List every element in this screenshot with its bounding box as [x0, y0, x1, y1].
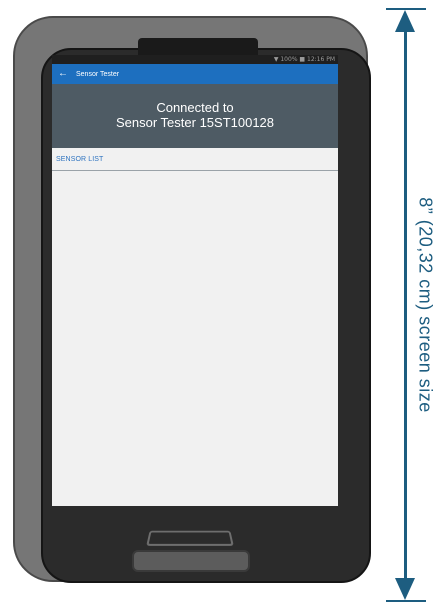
- header-line-2: Sensor Tester 15ST100128: [115, 115, 275, 130]
- app-title: Sensor Tester: [76, 70, 120, 78]
- sensor-list: [52, 171, 338, 501]
- app-bar: ← Sensor Tester: [52, 64, 338, 84]
- device-illustration: ▼ 100% ■ 12:16 PM ← Sensor Tester Connec…: [0, 0, 446, 608]
- tablet-screen: ▼ 100% ■ 12:16 PM ← Sensor Tester Connec…: [52, 55, 338, 506]
- connection-header: Connected to Sensor Tester 15ST100128: [52, 84, 338, 148]
- sensor-list-tab[interactable]: SENSOR LIST: [52, 148, 338, 171]
- home-button: [146, 530, 234, 546]
- dimension-tick-bottom: [386, 600, 426, 602]
- dimension-line: [404, 24, 407, 584]
- arrow-down-icon: [395, 578, 415, 600]
- dimension-label: 8” (20,32 cm) screen size: [415, 197, 436, 413]
- status-bar: ▼ 100% ■ 12:16 PM: [52, 55, 338, 64]
- header-line-1: Connected to: [156, 100, 234, 115]
- home-slot: [132, 550, 250, 572]
- arrow-left-icon[interactable]: ←: [58, 69, 72, 79]
- top-sensor-bar: [138, 38, 258, 56]
